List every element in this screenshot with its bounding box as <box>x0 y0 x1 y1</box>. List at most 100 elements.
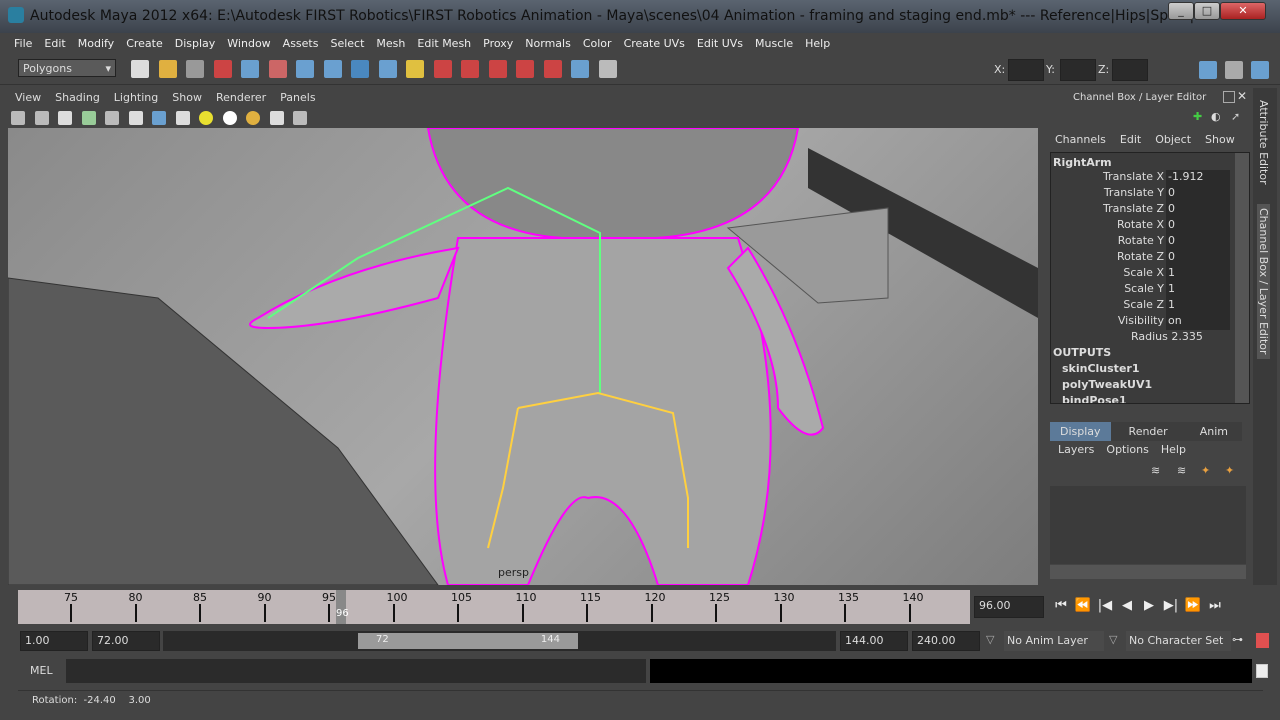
snap-point-icon[interactable] <box>351 60 369 78</box>
channel-value[interactable]: 1 <box>1166 298 1230 314</box>
playback-start-field[interactable]: 72.00 <box>92 631 160 651</box>
perspective-viewport[interactable]: persp <box>8 128 1038 585</box>
channel-value[interactable]: -1.912 <box>1166 170 1230 186</box>
menu-proxy[interactable]: Proxy <box>477 33 519 55</box>
viewport-menu-view[interactable]: View <box>8 88 48 108</box>
channel-scale-y[interactable]: Scale Y1 <box>1053 282 1249 298</box>
step-forward-frame-icon[interactable]: ▶| <box>1160 598 1182 613</box>
layer-hscrollbar[interactable] <box>1050 565 1246 579</box>
maximize-button[interactable]: □ <box>1194 2 1220 20</box>
input-output-icon[interactable] <box>543 60 562 78</box>
mel-input[interactable] <box>66 659 646 683</box>
layer-menu-help[interactable]: Help <box>1161 443 1186 456</box>
history-icon[interactable] <box>406 60 424 78</box>
wireframe-icon[interactable] <box>128 111 143 125</box>
image-plane-icon[interactable] <box>81 111 96 125</box>
channel-value[interactable]: 0 <box>1166 234 1230 250</box>
lights-icon[interactable] <box>199 111 213 125</box>
close-button[interactable]: ✕ <box>1220 2 1266 20</box>
snap-grid-icon[interactable] <box>296 60 314 78</box>
camera-attributes-icon[interactable] <box>34 111 49 125</box>
tab-display[interactable]: Display <box>1050 422 1111 441</box>
menu-edit-mesh[interactable]: Edit Mesh <box>411 33 477 55</box>
y-field[interactable] <box>1060 59 1096 81</box>
attribute-editor-toggle-icon[interactable] <box>1199 61 1217 79</box>
select-object-icon[interactable] <box>241 60 259 78</box>
select-camera-icon[interactable] <box>11 111 25 125</box>
bookmark-icon[interactable] <box>58 111 72 125</box>
snap-curve-icon[interactable] <box>323 60 342 78</box>
camera-icon[interactable] <box>571 60 589 78</box>
tool-settings-toggle-icon[interactable] <box>1225 61 1243 79</box>
menu-muscle[interactable]: Muscle <box>749 33 799 55</box>
channel-scrollbar[interactable] <box>1235 153 1249 403</box>
viewport-menu-panels[interactable]: Panels <box>273 88 322 108</box>
channel-value[interactable]: 0 <box>1166 202 1230 218</box>
menu-normals[interactable]: Normals <box>519 33 577 55</box>
menu-mesh[interactable]: Mesh <box>370 33 411 55</box>
output-node[interactable]: polyTweakUV1 <box>1053 378 1249 394</box>
channel-rotate-z[interactable]: Rotate Z0 <box>1053 250 1249 266</box>
go-to-start-icon[interactable]: ⏮ <box>1050 598 1072 613</box>
tab-channel-box[interactable]: Channel Box / Layer Editor <box>1257 204 1270 359</box>
x-field[interactable] <box>1008 59 1044 81</box>
start-time-field[interactable]: 1.00 <box>20 631 88 651</box>
channel-value[interactable]: 0 <box>1166 250 1230 266</box>
channel-value[interactable]: 1 <box>1166 266 1230 282</box>
channel-box-toggle-icon[interactable] <box>1251 61 1269 79</box>
animation-preferences-icon[interactable] <box>1256 633 1269 648</box>
channel-rotate-y[interactable]: Rotate Y0 <box>1053 234 1249 250</box>
menuset-dropdown[interactable]: Polygons ▾ <box>18 59 116 77</box>
z-field[interactable] <box>1112 59 1148 81</box>
pointer-icon[interactable]: ➚ <box>1231 110 1240 123</box>
channel-scale-x[interactable]: Scale X1 <box>1053 266 1249 282</box>
menu-file[interactable]: File <box>8 33 38 55</box>
end-time-field[interactable]: 240.00 <box>912 631 980 651</box>
menu-color[interactable]: Color <box>577 33 618 55</box>
anim-layer-dropdown-icon[interactable]: ▽ <box>986 633 994 646</box>
step-back-frame-icon[interactable]: |◀ <box>1094 598 1116 613</box>
step-back-key-icon[interactable]: ⏪ <box>1072 598 1094 613</box>
play-backward-icon[interactable]: ◀ <box>1116 598 1138 613</box>
channel-translate-z[interactable]: Translate Z0 <box>1053 202 1249 218</box>
new-layer-selected-icon[interactable]: ≋ <box>1177 464 1186 477</box>
smooth-shade-icon[interactable] <box>152 111 166 125</box>
ipr-render-icon[interactable] <box>461 60 479 78</box>
character-set-dropdown[interactable]: No Character Set <box>1126 631 1231 651</box>
channel-translate-x[interactable]: Translate X -1.912 <box>1053 170 1249 186</box>
menu-assets[interactable]: Assets <box>277 33 325 55</box>
new-scene-icon[interactable] <box>131 60 149 78</box>
tab-attribute-editor[interactable]: Attribute Editor <box>1257 100 1270 185</box>
channel-value[interactable]: 0 <box>1166 186 1230 202</box>
float-panel-icon[interactable] <box>1223 91 1235 103</box>
menu-create[interactable]: Create <box>120 33 169 55</box>
grid-icon[interactable] <box>105 111 119 125</box>
menu-window[interactable]: Window <box>221 33 276 55</box>
tab-anim[interactable]: Anim <box>1185 422 1242 441</box>
channel-value[interactable]: on <box>1166 314 1230 330</box>
shading-toggle-icon[interactable]: ◐ <box>1211 110 1221 123</box>
cb-menu-show[interactable]: Show <box>1205 133 1235 146</box>
script-editor-icon[interactable] <box>1256 664 1268 678</box>
current-time-field[interactable]: 96.00 <box>974 596 1044 618</box>
isolate-select-icon[interactable] <box>269 111 284 125</box>
menu-modify[interactable]: Modify <box>72 33 120 55</box>
output-node[interactable]: skinCluster1 <box>1053 362 1249 378</box>
save-scene-icon[interactable] <box>186 60 204 78</box>
tab-render[interactable]: Render <box>1110 422 1186 441</box>
time-slider[interactable]: 75 80 85 90 95 100 105 110 115 120 125 130 135 140 <box>18 590 970 624</box>
layer-list[interactable] <box>1050 486 1246 564</box>
mel-label[interactable]: MEL <box>30 664 53 677</box>
select-hierarchy-icon[interactable] <box>213 60 232 78</box>
shadows-icon[interactable] <box>246 111 260 125</box>
range-slider-handle[interactable]: 72 144 <box>358 633 578 649</box>
menu-create-uvs[interactable]: Create UVs <box>618 33 691 55</box>
anim-layer-dropdown[interactable]: No Anim Layer <box>1004 631 1104 651</box>
menu-edit[interactable]: Edit <box>38 33 71 55</box>
output-node[interactable]: bindPose1 <box>1053 394 1249 403</box>
viewport-menu-shading[interactable]: Shading <box>48 88 107 108</box>
menu-select[interactable]: Select <box>324 33 370 55</box>
channel-scale-z[interactable]: Scale Z1 <box>1053 298 1249 314</box>
viewport-menu-renderer[interactable]: Renderer <box>209 88 273 108</box>
layer-down-icon[interactable]: ✦ <box>1225 464 1234 477</box>
